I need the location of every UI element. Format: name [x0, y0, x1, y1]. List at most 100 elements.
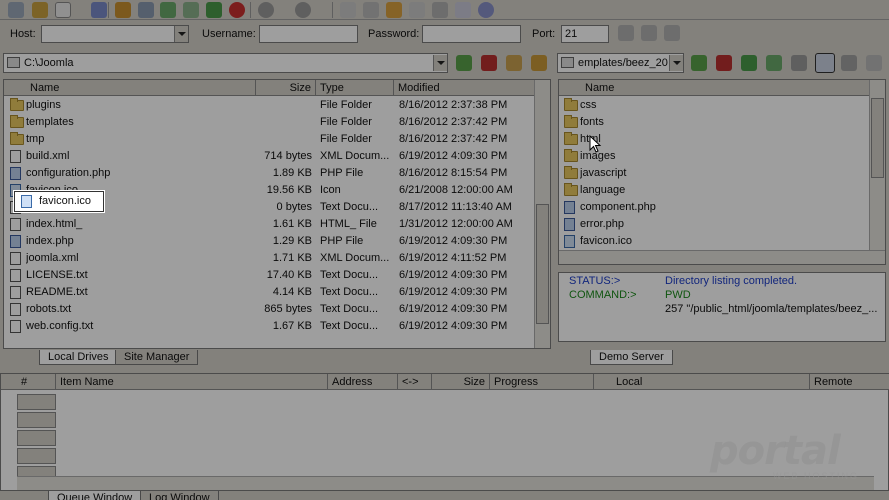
queue-column-item-name[interactable]: Item Name — [56, 374, 328, 390]
chevron-down-icon[interactable] — [669, 55, 683, 71]
list-item[interactable]: build.xml 714 bytes XML Docum... 6/19/2012 … — [4, 148, 536, 165]
bookmark-icon[interactable] — [481, 55, 497, 71]
edit-icon[interactable] — [340, 2, 356, 18]
column-type[interactable]: Type — [316, 80, 394, 96]
connect-icon[interactable] — [8, 2, 24, 18]
queue-column-address[interactable]: Address — [328, 374, 398, 390]
remote-list-header: Name — [559, 80, 871, 96]
stop-icon[interactable] — [229, 2, 245, 18]
queue-column-number[interactable]: # — [17, 374, 56, 390]
file-icon — [10, 269, 21, 282]
list-item[interactable]: javascript — [559, 165, 871, 182]
remote-sync-icon[interactable] — [841, 55, 857, 71]
file-modified: 6/21/2008 12:00:00 AM — [399, 184, 513, 196]
tab-log-window[interactable]: Log Window — [140, 491, 219, 500]
local-refresh-icon[interactable] — [506, 55, 522, 71]
quick-connect-icon[interactable] — [32, 2, 48, 18]
remote-up-folder-icon[interactable] — [691, 55, 707, 71]
connect-button-icon[interactable] — [618, 25, 634, 41]
column-name[interactable]: Name — [4, 80, 256, 96]
refresh-icon[interactable] — [138, 2, 154, 18]
password-field[interactable] — [422, 25, 521, 43]
chevron-down-icon[interactable] — [174, 26, 188, 42]
properties-icon[interactable] — [363, 2, 379, 18]
list-item[interactable]: component.php — [559, 199, 871, 216]
php-icon — [10, 167, 21, 180]
file-name: index.php — [26, 235, 74, 247]
remote-vertical-scrollbar[interactable] — [869, 80, 885, 250]
upload-icon[interactable] — [295, 2, 311, 18]
attributes-icon[interactable] — [409, 2, 425, 18]
column-size[interactable]: Size — [256, 80, 316, 96]
remote-refresh-icon[interactable] — [741, 55, 757, 71]
tab-site-manager[interactable]: Site Manager — [115, 350, 199, 365]
tab-local-drives[interactable]: Local Drives — [39, 350, 118, 365]
list-item[interactable]: configuration.php 1.89 KB PHP File 8/16/201… — [4, 165, 536, 182]
reload-icon[interactable] — [206, 2, 222, 18]
remote-transfer-icon[interactable] — [766, 55, 782, 71]
queue-column-progress[interactable]: Progress — [490, 374, 594, 390]
column-modified[interactable]: Modified — [394, 80, 536, 96]
local-list-header: Name Size Type Modified — [4, 80, 536, 96]
list-item[interactable]: html — [559, 131, 871, 148]
tab-demo-server[interactable]: Demo Server — [590, 350, 673, 365]
list-item[interactable]: css — [559, 97, 871, 114]
chevron-down-icon[interactable] — [433, 55, 447, 71]
scroll-thumb[interactable] — [871, 98, 884, 178]
file-name: favicon.ico — [580, 235, 632, 247]
folder-icon — [564, 115, 578, 128]
up-folder-icon[interactable] — [456, 55, 472, 71]
list-item[interactable]: favicon.ico — [559, 233, 871, 250]
remote-delete-icon[interactable] — [791, 55, 807, 71]
queue-horizontal-scrollbar[interactable] — [17, 476, 874, 490]
remote-properties-icon[interactable] — [866, 55, 882, 71]
new-icon[interactable] — [55, 2, 71, 18]
queue-column-remote[interactable]: Remote — [810, 374, 889, 390]
download-icon[interactable] — [258, 2, 274, 18]
transfer-icon[interactable] — [160, 2, 176, 18]
list-item[interactable]: joomla.xml 1.71 KB XML Docum... 6/19/2012 4… — [4, 250, 536, 267]
site-icon[interactable] — [641, 25, 657, 41]
local-vertical-scrollbar[interactable] — [534, 80, 550, 348]
list-item[interactable]: error.php — [559, 216, 871, 233]
port-field[interactable]: 21 — [561, 25, 609, 43]
scroll-thumb[interactable] — [536, 204, 549, 324]
sync-icon[interactable] — [183, 2, 199, 18]
delete-icon[interactable] — [432, 2, 448, 18]
search-icon[interactable] — [91, 2, 107, 18]
username-field[interactable] — [259, 25, 358, 43]
remote-horizontal-scrollbar[interactable] — [559, 250, 885, 264]
list-item[interactable]: web.config.txt 1.67 KB Text Docu... 6/19/20… — [4, 318, 536, 335]
checklist-icon[interactable] — [455, 2, 471, 18]
disconnect-icon[interactable] — [115, 2, 131, 18]
queue-column-size[interactable]: Size — [432, 374, 490, 390]
local-folder-icon[interactable] — [531, 55, 547, 71]
file-size — [256, 114, 312, 131]
file-size: 714 bytes — [264, 150, 312, 162]
list-item[interactable]: templates File Folder 8/16/2012 2:37:42 PM — [4, 114, 536, 131]
list-item[interactable]: index.php 1.29 KB PHP File 6/19/2012 4:09:3… — [4, 233, 536, 250]
column-name[interactable]: Name — [559, 80, 871, 96]
host-field[interactable] — [41, 25, 189, 43]
drag-preview[interactable]: favicon.ico — [14, 191, 104, 212]
list-item[interactable]: language — [559, 182, 871, 199]
tab-queue-window[interactable]: Queue Window — [48, 491, 142, 500]
queue-column-direction[interactable]: <-> — [398, 374, 432, 390]
list-item[interactable]: LICENSE.txt 17.40 KB Text Docu... 6/19/2012… — [4, 267, 536, 284]
queue-column-local[interactable]: Local — [594, 374, 810, 390]
list-item[interactable]: tmp File Folder 8/16/2012 2:37:42 PM — [4, 131, 536, 148]
reconnect-icon[interactable] — [664, 25, 680, 41]
list-item[interactable]: README.txt 4.14 KB Text Docu... 6/19/2012 4… — [4, 284, 536, 301]
remote-bookmark-icon[interactable] — [716, 55, 732, 71]
help-icon[interactable] — [478, 2, 494, 18]
remote-path-field[interactable]: emplates/beez_20 — [557, 53, 684, 73]
details-view-icon[interactable] — [815, 53, 835, 73]
list-item[interactable]: plugins File Folder 8/16/2012 2:37:38 PM — [4, 97, 536, 114]
new-folder-icon[interactable] — [386, 2, 402, 18]
file-type: PHP File — [320, 167, 364, 179]
local-path-field[interactable]: C:\Joomla — [3, 53, 448, 73]
list-item[interactable]: index.html_ 1.61 KB HTML_ File 1/31/2012 12… — [4, 216, 536, 233]
list-item[interactable]: images — [559, 148, 871, 165]
list-item[interactable]: fonts — [559, 114, 871, 131]
list-item[interactable]: robots.txt 865 bytes Text Docu... 6/19/2012… — [4, 301, 536, 318]
